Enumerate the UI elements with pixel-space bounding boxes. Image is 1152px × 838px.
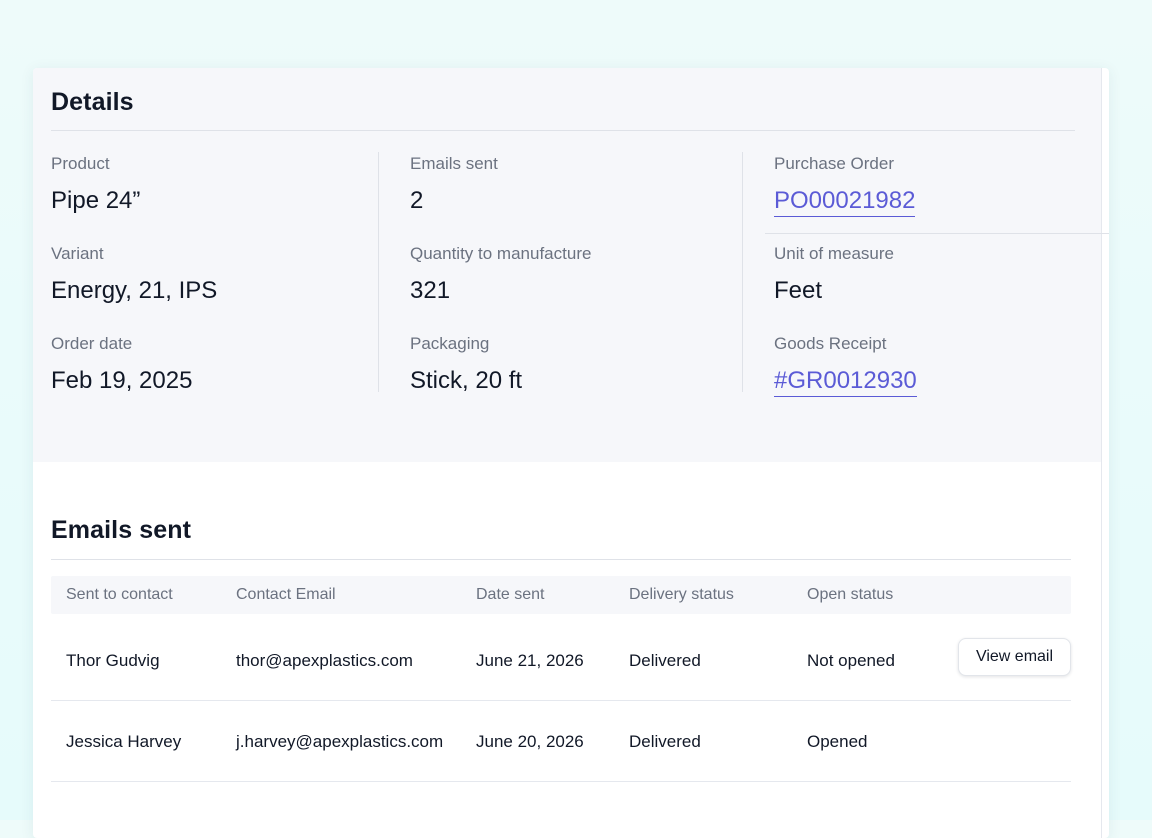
goods-receipt-link[interactable]: #GR0012930 [774,367,917,397]
emails-sent-label: Emails sent [410,154,498,173]
column-header-date: Date sent [476,586,545,603]
order-date-field: Order date Feb 19, 2025 [51,334,192,395]
order-date-value: Feb 19, 2025 [51,367,193,394]
open-status-cell: Not opened [807,651,895,670]
date-cell: June 20, 2026 [476,732,584,751]
open-status-cell: Opened [807,732,868,751]
emails-divider [51,559,1071,560]
table-row: Jessica Harvey j.harvey@apexplastics.com… [51,701,1071,782]
details-title: Details [51,88,134,116]
variant-field: Variant Energy, 21, IPS [51,244,217,305]
quantity-label: Quantity to manufacture [410,244,592,263]
product-field: Product Pipe 24” [51,154,140,215]
packaging-field: Packaging Stick, 20 ft [410,334,522,395]
table-header: Sent to contact Contact Email Date sent … [51,576,1071,614]
purchase-order-divider [765,233,1109,234]
view-email-button[interactable]: View email [958,638,1071,676]
details-panel: Details Product Pipe 24” Variant Energy,… [33,68,1109,462]
column-divider [742,152,743,392]
unit-field: Unit of measure Feet [774,244,894,305]
purchase-order-link[interactable]: PO00021982 [774,187,916,217]
column-header-delivery: Delivery status [629,586,734,603]
contact-cell: Thor Gudvig [66,651,160,670]
emails-table: Sent to contact Contact Email Date sent … [51,576,1071,782]
quantity-field: Quantity to manufacture 321 [410,244,591,305]
packaging-value: Stick, 20 ft [410,367,523,394]
details-divider [51,130,1075,131]
column-header-email: Contact Email [236,586,336,603]
purchase-order-label: Purchase Order [774,154,894,173]
column-header-contact: Sent to contact [66,586,173,603]
product-value: Pipe 24” [51,187,141,214]
column-header-open: Open status [807,586,894,603]
packaging-label: Packaging [410,334,490,353]
emails-sent-value: 2 [410,187,424,214]
emails-sent-field: Emails sent 2 [410,154,498,215]
column-divider [378,152,379,392]
order-details-card: Details Product Pipe 24” Variant Energy,… [33,68,1109,838]
email-cell: j.harvey@apexplastics.com [236,732,444,751]
unit-label: Unit of measure [774,244,894,263]
variant-label: Variant [51,244,104,263]
table-row: Thor Gudvig thor@apexplastics.com June 2… [51,614,1071,701]
emails-title: Emails sent [51,516,192,544]
card-right-divider [1101,68,1102,838]
delivery-status-cell: Delivered [629,732,701,751]
goods-receipt-label: Goods Receipt [774,334,887,353]
product-label: Product [51,154,110,173]
quantity-value: 321 [410,277,451,304]
order-date-label: Order date [51,334,133,353]
email-cell: thor@apexplastics.com [236,651,413,670]
variant-value: Energy, 21, IPS [51,277,218,304]
unit-value: Feet [774,277,823,304]
date-cell: June 21, 2026 [476,651,584,670]
contact-cell: Jessica Harvey [66,732,182,751]
goods-receipt-field: Goods Receipt #GR0012930 [774,334,917,397]
delivery-status-cell: Delivered [629,651,701,670]
purchase-order-field: Purchase Order PO00021982 [774,154,916,217]
